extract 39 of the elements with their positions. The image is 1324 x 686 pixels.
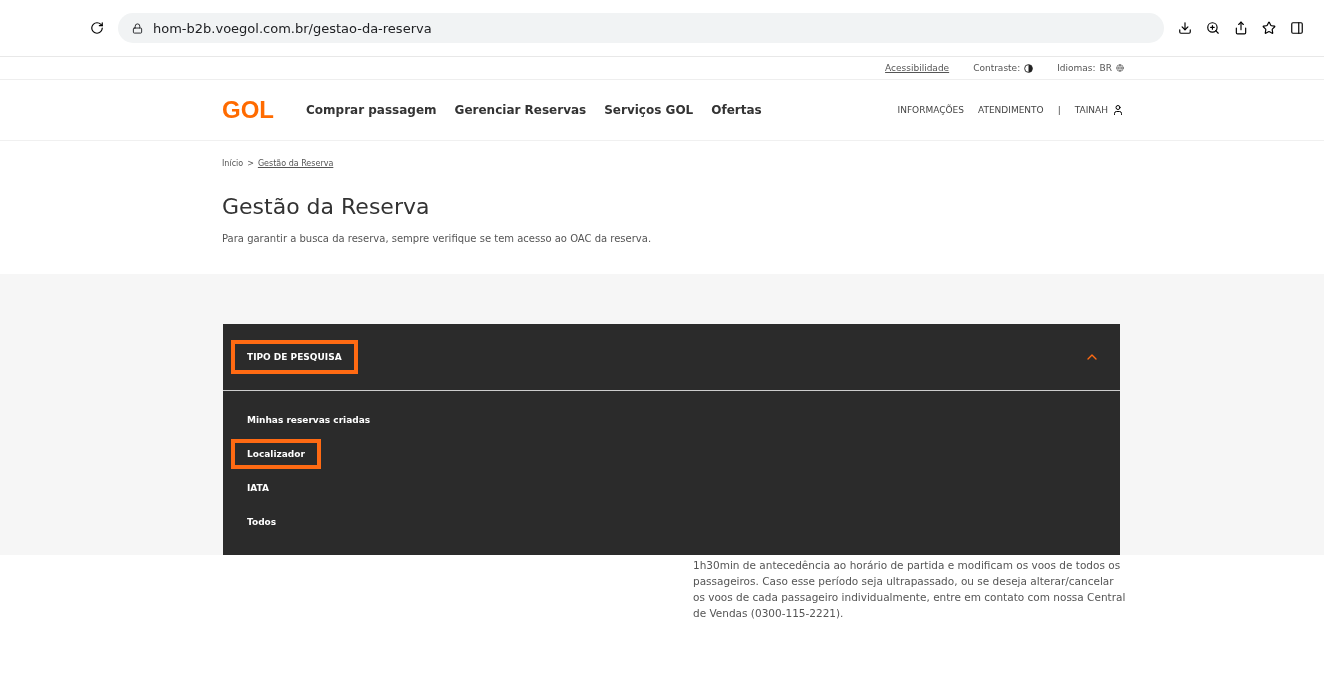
breadcrumb-link[interactable]: Gestão da Reserva	[257, 159, 334, 168]
url-text: hom-b2b.voegol.com.br/gestao-da-reserva	[153, 20, 432, 36]
nav-link[interactable]: ATENDIMENTO	[977, 105, 1044, 115]
user-icon[interactable]	[1112, 104, 1124, 116]
nav-link[interactable]: Serviços GOL	[604, 103, 694, 117]
language-label: Idiomas:	[1057, 63, 1096, 73]
dropdown-option[interactable]: IATA	[231, 473, 286, 503]
page-title: Gestão da Reserva	[222, 194, 431, 219]
separator: |	[1057, 105, 1061, 115]
dropdown-option[interactable]: Localizador	[231, 439, 321, 469]
nav-link[interactable]: Comprar passagem	[306, 103, 437, 117]
notice-text: de Vendas (0300-115-2221).	[693, 607, 845, 619]
language-value[interactable]: BR	[1099, 63, 1112, 73]
nav-link[interactable]: Gerenciar Reservas	[454, 103, 587, 117]
contrast-label: Contraste:	[973, 63, 1021, 73]
contrast-icon[interactable]	[1024, 63, 1034, 73]
breadcrumb-separator: >	[247, 159, 254, 168]
zoom-icon[interactable]	[1206, 21, 1220, 35]
user-link[interactable]: TAINAH	[1074, 105, 1108, 115]
notice-text: passageiros. Caso esse período seja ultrapassado, ou se deseja alterar/cancelar	[693, 575, 1115, 587]
search-type-dropdown[interactable]: TIPO DE PESQUISA Minhas reservas criadas Localizador IATA Todos	[223, 324, 1120, 555]
reload-icon[interactable]	[90, 21, 104, 35]
nav-link[interactable]: Ofertas	[711, 103, 762, 117]
lock-icon	[132, 22, 143, 34]
star-icon[interactable]	[1262, 21, 1276, 35]
nav-link[interactable]: INFORMAÇÕES	[897, 105, 964, 115]
globe-icon[interactable]	[1116, 64, 1124, 72]
share-icon[interactable]	[1234, 21, 1248, 35]
side-panel-icon[interactable]	[1290, 21, 1304, 35]
breadcrumb-link[interactable]: Início	[222, 159, 244, 168]
accessibility-link[interactable]: Acessibilidade	[885, 63, 950, 73]
dropdown-option[interactable]: Minhas reservas criadas	[231, 405, 387, 435]
page-subtitle: Para garantir a busca da reserva, sempre verifique se tem acesso ao OAC da reserva.	[222, 233, 653, 244]
address-bar[interactable]: hom-b2b.voegol.com.br/gestao-da-reserva	[118, 13, 1164, 43]
notice-text: os voos de cada passageiro individualmente, entre em contato com nossa Central	[693, 591, 1127, 603]
notice-text: 1h30min de antecedência ao horário de partida e modificam os voos de todos os	[693, 559, 1122, 571]
dropdown-label: TIPO DE PESQUISA	[231, 340, 358, 374]
dropdown-option[interactable]: Todos	[231, 507, 293, 537]
download-icon[interactable]	[1178, 21, 1192, 35]
